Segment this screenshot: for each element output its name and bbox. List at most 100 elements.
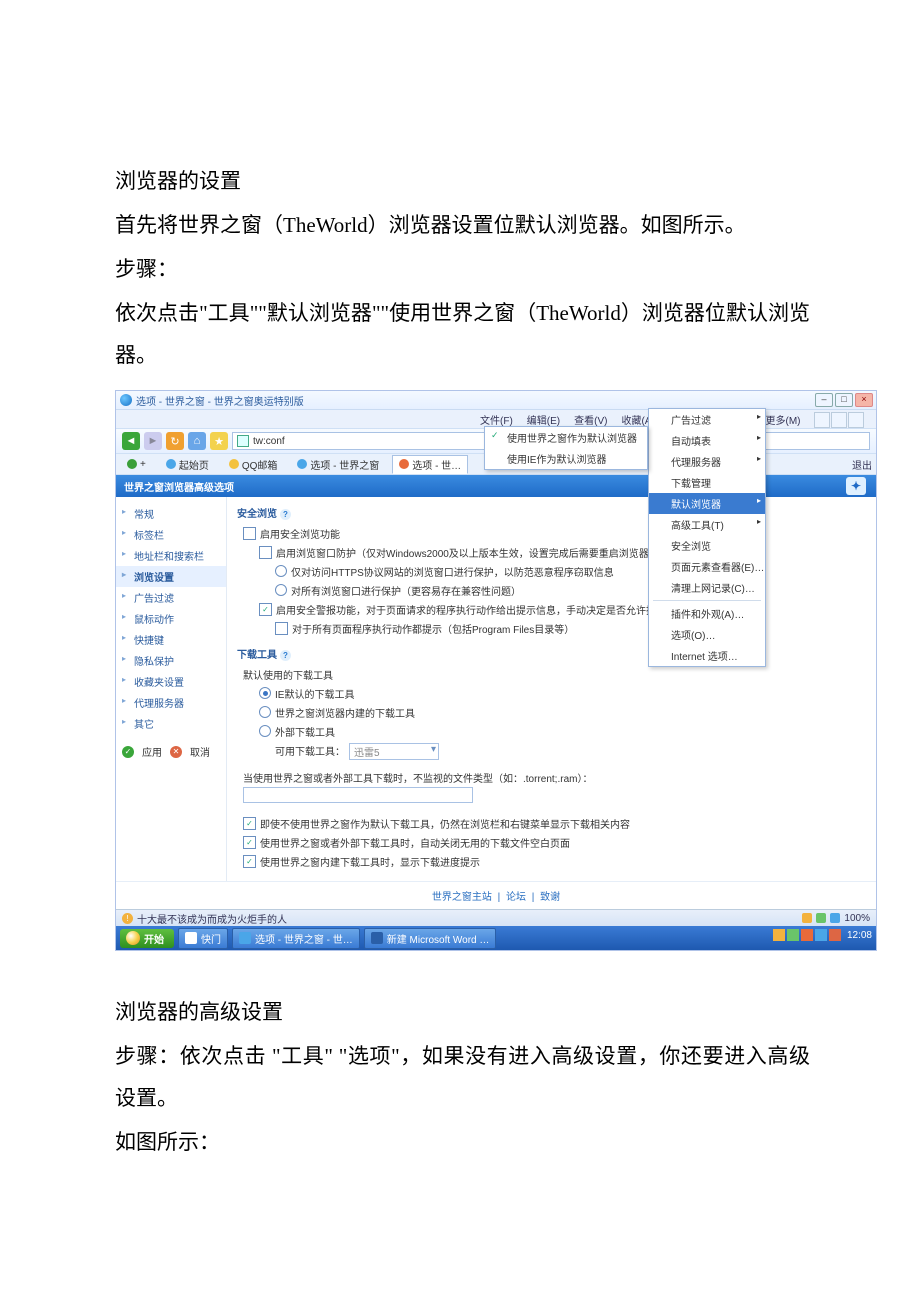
options-panel: 安全浏览? 启用安全浏览功能 启用浏览窗口防护（仅对Windows2000及以上… [227,497,876,881]
tab-qqmail[interactable]: QQ邮箱 [222,455,285,474]
tray-icon[interactable] [829,929,841,941]
radio-https-only[interactable] [275,565,287,577]
menu-item-options[interactable]: 选项(O)… [649,624,765,645]
task-quick[interactable]: 快门 [178,928,228,949]
menu-file[interactable]: 文件(F) [476,411,517,428]
sidebar-item-browsing[interactable]: 浏览设置 [116,566,226,587]
tab-new-label: + [140,459,146,470]
start-button[interactable]: 开始 [120,929,174,948]
tray-icon[interactable] [815,929,827,941]
tray-icon[interactable] [801,929,813,941]
footer-links: 世界之窗主站 | 论坛 | 致谢 [116,881,876,909]
tab-options-1[interactable]: 选项 - 世界之窗 [290,455,386,474]
tab-start[interactable]: 起始页 [159,455,216,474]
mini-btn-3[interactable] [848,412,864,428]
tab-qq-label: QQ邮箱 [242,457,278,472]
checkbox-alert[interactable] [259,603,272,616]
menu-more[interactable]: 更多(M) [761,411,804,428]
help-icon[interactable]: ? [280,650,291,661]
tab-opt1-label: 选项 - 世界之窗 [310,457,379,472]
menu-item-safe-browse[interactable]: 安全浏览 [649,535,765,556]
tools-menu: 广告过滤 自动填表 代理服务器 下载管理 默认浏览器 高级工具(T) 安全浏览 … [648,408,766,667]
menu-item-autofill[interactable]: 自动填表 [649,430,765,451]
menu-item-adblock[interactable]: 广告过滤 [649,409,765,430]
app-icon [371,932,383,944]
label-window-protect: 启用浏览窗口防护（仅对Windows2000及以上版本生效，设置完成后需要重启浏… [276,545,664,560]
menu-view[interactable]: 查看(V) [570,411,611,428]
checkbox-enable-safe[interactable] [243,527,256,540]
label-alert-all: 对于所有页面程序执行动作都提示（包括Program Files目录等） [292,621,574,636]
status-icon [830,913,840,923]
sidebar-item-proxy[interactable]: 代理服务器 [116,692,226,713]
task-theworld[interactable]: 选项 - 世界之窗 - 世… [232,928,360,949]
tray-icon[interactable] [787,929,799,941]
paragraph-as-shown: 如图所示： [115,1121,810,1163]
app-icon [239,932,251,944]
sidebar-item-privacy[interactable]: 隐私保护 [116,650,226,671]
secure-icon [237,435,249,447]
start-label: 开始 [144,931,164,946]
checkbox-alert-all[interactable] [275,622,288,635]
sidebar-item-mouse[interactable]: 鼠标动作 [116,608,226,629]
label-skip-types: 当使用世界之窗或者外部工具下载时，不监视的文件类型（如：.torrent;.ra… [237,762,866,787]
menu-item-inspector[interactable]: 页面元素查看器(E)… [649,556,765,577]
checkbox-dl-c3[interactable] [243,855,256,868]
menu-item-clear-history[interactable]: 清理上网记录(C)… [649,577,765,598]
minimize-button[interactable]: – [815,393,833,407]
submenu-use-ie[interactable]: 使用IE作为默认浏览器 [485,448,647,469]
status-icon [802,913,812,923]
mini-btn-1[interactable] [814,412,830,428]
mini-btn-2[interactable] [831,412,847,428]
input-skip-types[interactable] [243,787,473,803]
sidebar-item-adblock[interactable]: 广告过滤 [116,587,226,608]
sidebar-item-hotkeys[interactable]: 快捷键 [116,629,226,650]
link-home[interactable]: 世界之窗主站 [432,892,492,903]
radio-ie-dl[interactable] [259,687,271,699]
sidebar-item-general[interactable]: 常规 [116,503,226,524]
sidebar-item-favorites[interactable]: 收藏夹设置 [116,671,226,692]
label-avail-dl: 可用下载工具： [275,743,345,758]
menu-edit[interactable]: 编辑(E) [523,411,564,428]
task-word[interactable]: 新建 Microsoft Word … [364,928,497,949]
help-icon[interactable]: ? [280,509,291,520]
mail-icon [229,459,239,469]
tab-options-2[interactable]: 选项 - 世… [392,455,468,474]
bulb-icon: ! [122,913,133,924]
sidebar-item-other[interactable]: 其它 [116,713,226,734]
menu-item-adv-tools[interactable]: 高级工具(T) [649,514,765,535]
checkbox-dl-c1[interactable] [243,817,256,830]
plus-icon [127,459,137,469]
checkbox-window-protect[interactable] [259,546,272,559]
menu-item-default-browser[interactable]: 默认浏览器 [649,493,765,514]
maximize-button[interactable]: □ [835,393,853,407]
refresh-icon[interactable]: ↻ [166,432,184,450]
sidebar-item-address-search[interactable]: 地址栏和搜索栏 [116,545,226,566]
back-icon[interactable]: ◄ [122,432,140,450]
clock: 12:08 [847,930,872,941]
menu-item-proxy[interactable]: 代理服务器 [649,451,765,472]
link-donate[interactable]: 致谢 [540,892,560,903]
notification-text[interactable]: 十大最不该成为而成为火炬手的人 [137,911,287,926]
star-icon[interactable]: ★ [210,432,228,450]
zoom-label[interactable]: 100% [844,913,870,924]
close-button[interactable]: × [855,393,873,407]
exit-link[interactable]: 退出 [852,457,872,472]
select-dl-tool[interactable]: 迅雷5 [349,743,439,760]
link-forum[interactable]: 论坛 [506,892,526,903]
tray-icon[interactable] [773,929,785,941]
home-icon[interactable]: ⌂ [188,432,206,450]
section-download: 下载工具? [237,646,866,661]
radio-all-windows[interactable] [275,584,287,596]
sidebar-item-tabs[interactable]: 标签栏 [116,524,226,545]
tab-new[interactable]: + [120,457,153,472]
radio-builtin-dl[interactable] [259,706,271,718]
radio-external-dl[interactable] [259,725,271,737]
forward-icon[interactable]: ► [144,432,162,450]
menu-item-plugins[interactable]: 插件和外观(A)… [649,603,765,624]
menu-item-internet-options[interactable]: Internet 选项… [649,645,765,666]
checkbox-dl-c2[interactable] [243,836,256,849]
submenu-use-theworld[interactable]: 使用世界之窗作为默认浏览器 [485,427,647,448]
menu-item-download-mgr[interactable]: 下载管理 [649,472,765,493]
apply-button[interactable]: 应用 [142,744,162,759]
cancel-button[interactable]: 取消 [190,744,210,759]
